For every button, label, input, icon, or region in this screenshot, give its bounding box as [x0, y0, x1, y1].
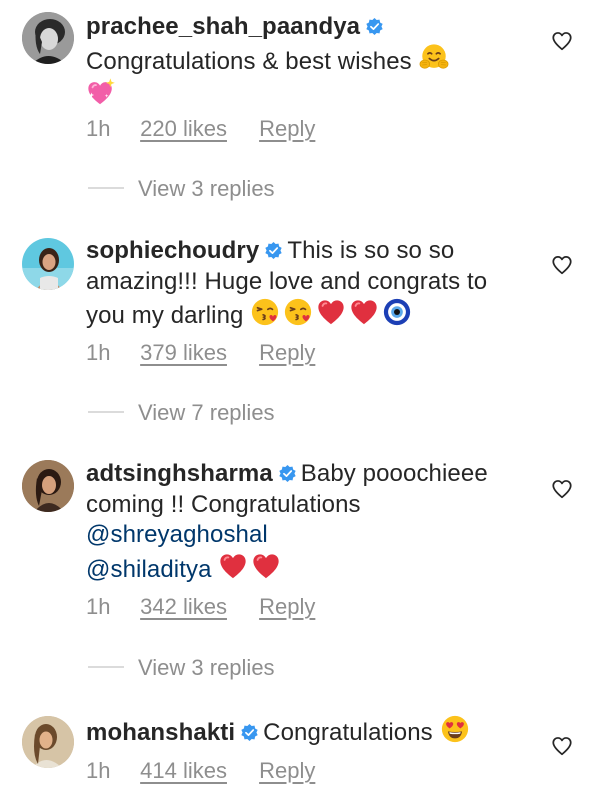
hugging-face-icon: [419, 43, 449, 73]
red-heart-icon: [218, 551, 248, 581]
comment-time: 1h: [86, 116, 111, 141]
comment-username[interactable]: sophiechoudry: [86, 237, 259, 264]
comment-username[interactable]: adtsinghsharma: [86, 460, 273, 487]
likes-count-link[interactable]: 220 likes: [140, 116, 227, 142]
kissing-heart-icon: [250, 297, 280, 327]
likes-count-link[interactable]: 342 likes: [140, 594, 227, 620]
comment-text: adtsinghsharma Baby pooochieee coming !! …: [86, 459, 526, 585]
comment-meta: 1h 379 likes Reply: [86, 340, 315, 366]
red-heart-icon: [251, 551, 281, 581]
avatar[interactable]: [22, 238, 74, 290]
likes-count-link[interactable]: 414 likes: [140, 758, 227, 784]
avatar[interactable]: [22, 460, 74, 512]
replies-divider: [88, 411, 124, 413]
comment-username[interactable]: mohanshakti: [86, 719, 235, 746]
view-replies-button[interactable]: View 3 replies: [88, 655, 275, 681]
replies-divider: [88, 187, 124, 189]
mention-link[interactable]: @shreyaghoshal: [86, 521, 268, 548]
sparkling-heart-icon: [86, 77, 116, 107]
comment-time: 1h: [86, 594, 111, 619]
comment-username[interactable]: prachee_shah_paandya: [86, 13, 360, 40]
view-replies-label: View 7 replies: [138, 400, 275, 425]
verified-badge-icon: [264, 241, 283, 260]
nazar-amulet-icon: [382, 297, 412, 327]
heart-outline-icon[interactable]: [551, 254, 573, 276]
verified-badge-icon: [240, 723, 259, 742]
comment-time: 1h: [86, 340, 111, 365]
comment-meta: 1h 414 likes Reply: [86, 758, 315, 784]
likes-count-link[interactable]: 379 likes: [140, 340, 227, 366]
kissing-heart-icon: [283, 297, 313, 327]
verified-badge-icon: [365, 17, 384, 36]
heart-eyes-icon: [440, 714, 470, 744]
reply-button[interactable]: Reply: [259, 116, 315, 142]
reply-button[interactable]: Reply: [259, 594, 315, 620]
comment-text: prachee_shah_paandya Congratulations & b…: [86, 12, 526, 112]
view-replies-label: View 3 replies: [138, 176, 275, 201]
replies-divider: [88, 666, 124, 668]
verified-badge-icon: [278, 464, 297, 483]
comment-body: Congratulations & best wishes: [86, 47, 412, 75]
heart-outline-icon[interactable]: [551, 735, 573, 757]
comment-text: mohanshakti Congratulations: [86, 714, 526, 749]
reply-button[interactable]: Reply: [259, 758, 315, 784]
reply-button[interactable]: Reply: [259, 340, 315, 366]
comment-body: Congratulations: [263, 719, 433, 746]
red-heart-icon: [349, 297, 379, 327]
comment-meta: 1h 342 likes Reply: [86, 594, 315, 620]
view-replies-button[interactable]: View 7 replies: [88, 400, 275, 426]
heart-outline-icon[interactable]: [551, 30, 573, 52]
red-heart-icon: [316, 297, 346, 327]
mention-link[interactable]: @shiladitya: [86, 556, 212, 583]
avatar[interactable]: [22, 716, 74, 768]
heart-outline-icon[interactable]: [551, 478, 573, 500]
view-replies-button[interactable]: View 3 replies: [88, 176, 275, 202]
comment-meta: 1h 220 likes Reply: [86, 116, 315, 142]
avatar[interactable]: [22, 12, 74, 64]
comment-time: 1h: [86, 758, 111, 783]
comment-text: sophiechoudry This is so so so amazing!!!…: [86, 236, 526, 332]
view-replies-label: View 3 replies: [138, 655, 275, 680]
